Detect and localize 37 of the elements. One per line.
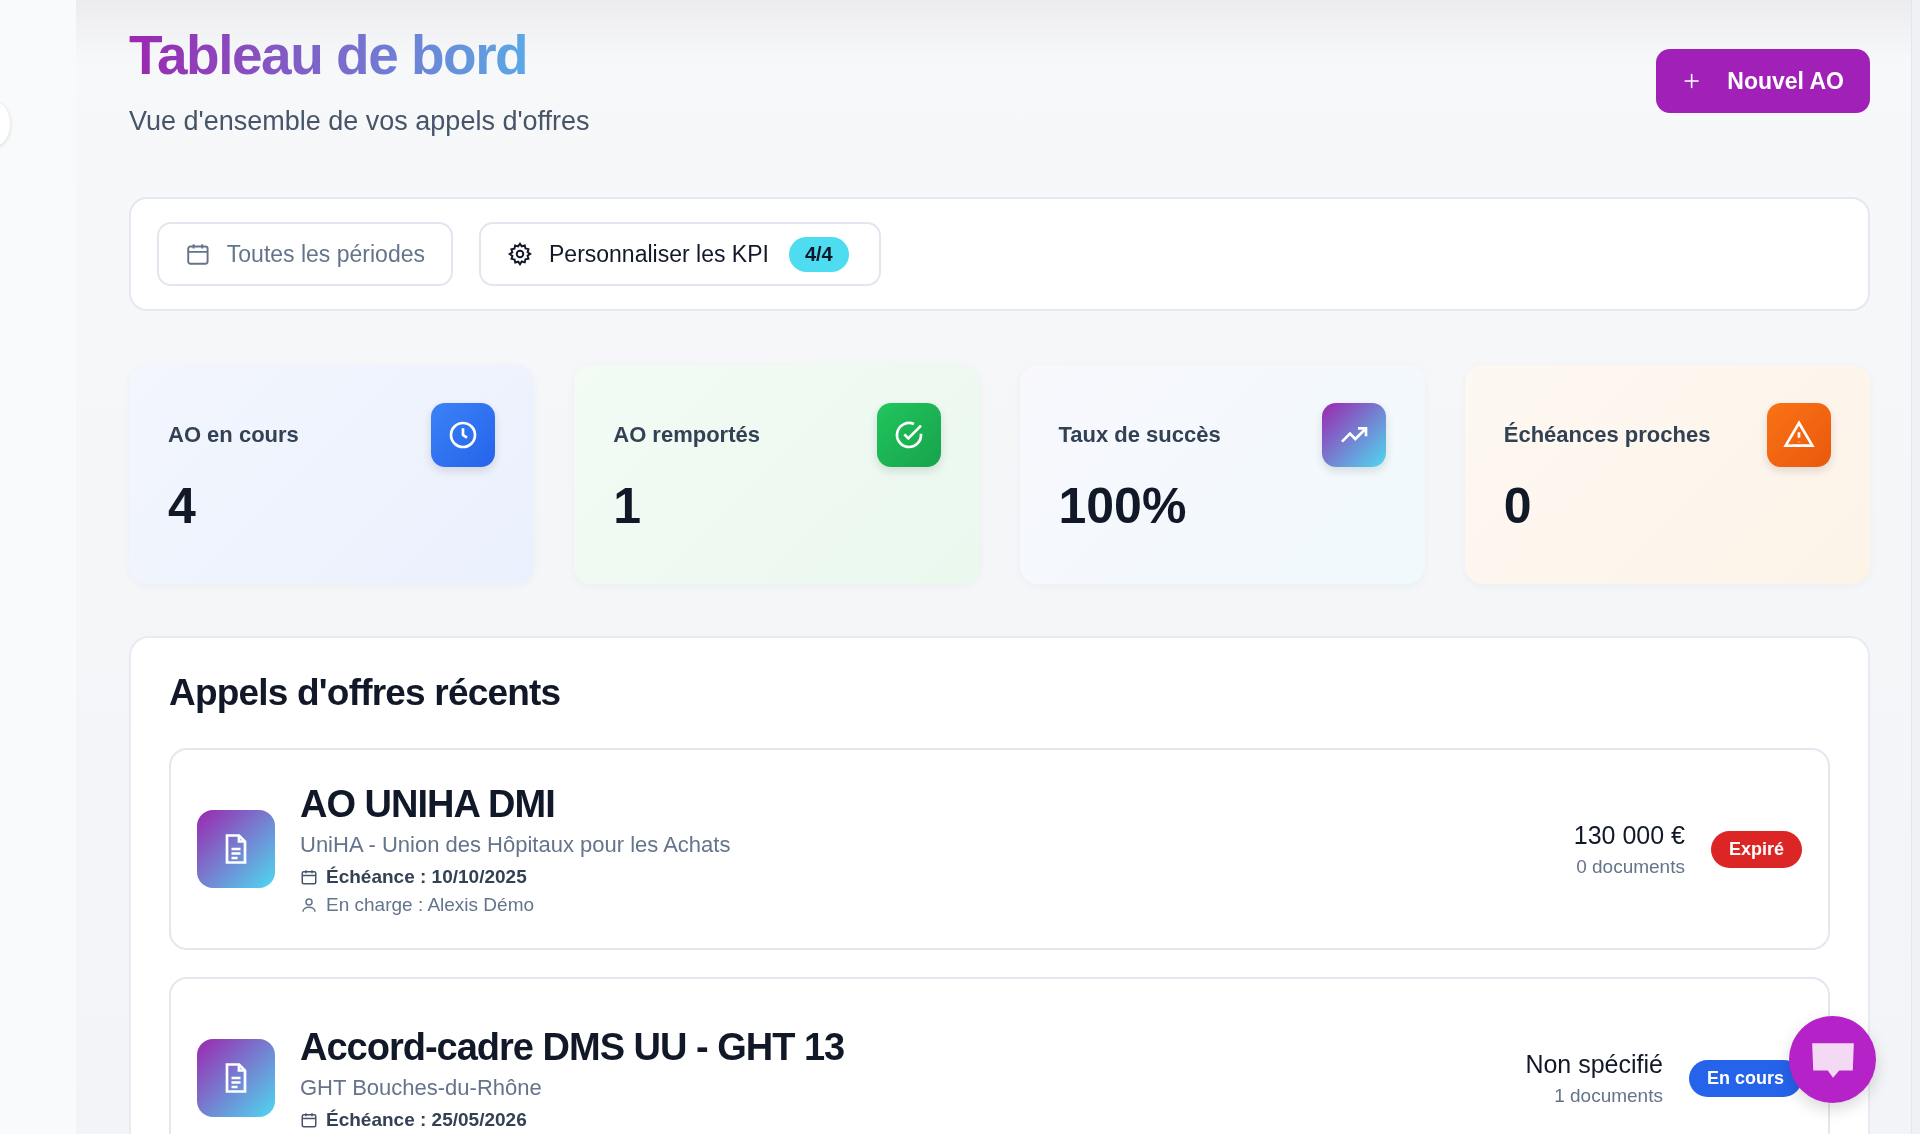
person-icon — [300, 895, 318, 914]
kpi-label: Échéances proches — [1503, 422, 1711, 448]
kpi-label: AO en cours — [168, 422, 299, 448]
kpi-label: Taux de succès — [1058, 422, 1221, 448]
tender-title: AO UNIHA DMI — [300, 782, 556, 826]
owner-text: En charge : Alexis Démo — [326, 893, 535, 916]
calendar-icon — [300, 1110, 318, 1129]
clock-icon — [431, 403, 496, 467]
tender-amount: 130 000 € — [1573, 820, 1685, 850]
kpi-value: 100% — [1058, 477, 1188, 535]
warning-icon — [1767, 403, 1831, 467]
status-badge: Expiré — [1710, 830, 1802, 868]
section-title: Appels d'offres récents — [169, 672, 562, 714]
deadline-text: Échéance : 25/05/2026 — [326, 1108, 527, 1131]
tender-title: Accord-cadre DMS UU - GHT 13 — [300, 1025, 846, 1069]
kpi-value: 1 — [613, 477, 643, 535]
tender-card[interactable]: AO UNIHA DMI UniHA - Union des Hôpitaux pour les Achats Échéance : 10/10/2025 En charge : Alexis Démo 130 000 € 0 documents Expiré — [169, 748, 1830, 950]
buyer-name: UniHA - Union des Hôpitaux pour les Achats — [300, 831, 732, 858]
page-subtitle: Vue d'ensemble de vos appels d'offres — [129, 106, 590, 137]
deadline-text: Échéance : 10/10/2025 — [326, 865, 527, 888]
customize-kpi-button[interactable]: Personnaliser les KPI 4/4 — [479, 222, 881, 286]
tender-amount: Non spécifié — [1525, 1049, 1663, 1079]
buyer-name: GHT Bouches-du-Rhône — [300, 1074, 543, 1101]
settings-icon — [507, 241, 533, 267]
kpi-value: 0 — [1503, 477, 1533, 535]
kpi-value: 4 — [168, 477, 197, 535]
document-icon — [197, 810, 275, 888]
document-count: 0 documents — [1575, 855, 1685, 878]
new-tender-button[interactable]: Nouvel AO — [1656, 49, 1870, 113]
document-count: 1 documents — [1553, 1084, 1663, 1107]
document-icon — [197, 1039, 275, 1117]
period-filter-button[interactable]: Toutes les périodes — [157, 222, 453, 286]
calendar-icon — [185, 241, 211, 267]
kpi-label: AO remportés — [613, 422, 760, 448]
kpi-count-badge: 4/4 — [788, 236, 849, 272]
trend-up-icon — [1321, 403, 1386, 467]
calendar-icon — [300, 867, 318, 886]
